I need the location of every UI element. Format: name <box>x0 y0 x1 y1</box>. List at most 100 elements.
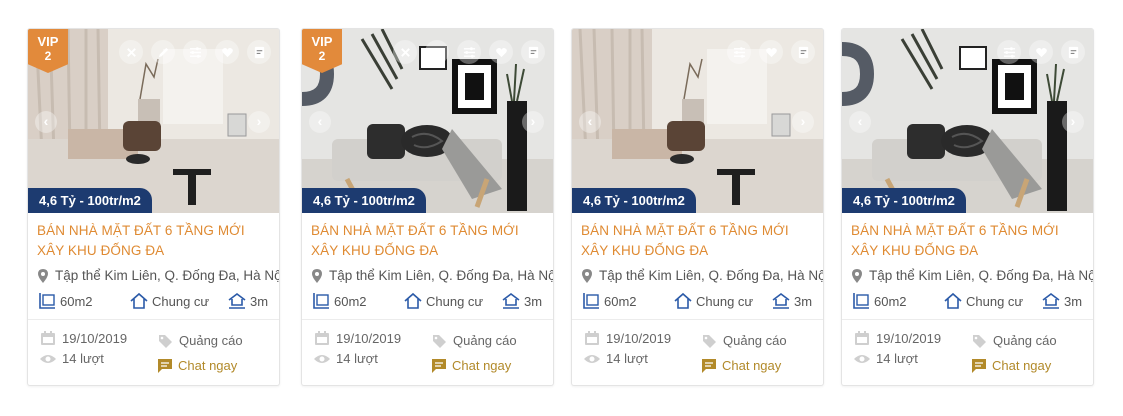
ad-label: Quảng cáo <box>702 333 787 348</box>
heart-icon[interactable] <box>215 40 239 64</box>
type-feature: Chung cư <box>673 291 771 311</box>
listing-card[interactable]: VIP 2 ‹ › 4,6 Tỷ - 100tr/m2 BÁN NHÀ MẶT … <box>27 28 280 386</box>
listing-card[interactable]: ‹ › 4,6 Tỷ - 100tr/m2 BÁN NHÀ MẶT ĐẤT 6 … <box>841 28 1094 386</box>
ad-text: Quảng cáo <box>179 333 243 348</box>
heart-icon[interactable] <box>1029 40 1053 64</box>
date-text: 19/10/2019 <box>876 331 942 346</box>
compare-icon[interactable] <box>997 40 1021 64</box>
home-icon <box>130 292 148 309</box>
note-icon[interactable] <box>247 40 271 64</box>
type-value: Chung cư <box>696 293 754 309</box>
price-tag: 4,6 Tỷ - 100tr/m2 <box>572 188 696 213</box>
chat-now-link[interactable]: Chat ngay <box>432 358 511 373</box>
heart-icon[interactable] <box>489 40 513 64</box>
posted-date: 19/10/2019 <box>584 331 671 346</box>
listing-title[interactable]: BÁN NHÀ MẶT ĐẤT 6 TẦNG MỚI XÂY KHU ĐỐNG … <box>311 221 544 262</box>
listing-location: Tập thể Kim Liên, Q. Đống Đa, Hà Nội <box>311 268 553 283</box>
listing-photo-area[interactable]: VIP 2 ‹ › 4,6 Tỷ - 100tr/m2 <box>28 29 279 213</box>
prev-photo-icon[interactable]: ‹ <box>309 111 331 133</box>
map-pin-icon <box>38 268 48 283</box>
ad-label: Quảng cáo <box>158 333 243 348</box>
frontage-value: 3m <box>524 293 543 309</box>
chat-text[interactable]: Chat ngay <box>722 358 781 373</box>
chat-text[interactable]: Chat ngay <box>178 358 237 373</box>
note-icon[interactable] <box>521 40 545 64</box>
listing-meta: 19/10/2019 14 lượt Quảng cáo Chat ngay <box>37 320 270 380</box>
chat-icon <box>432 358 446 373</box>
listing-location: Tập thể Kim Liên, Q. Đống Đa, Hà Nội <box>851 268 1093 283</box>
next-photo-icon[interactable]: › <box>248 111 270 133</box>
compare-icon[interactable] <box>183 40 207 64</box>
calendar-icon <box>585 331 599 345</box>
type-value: Chung cư <box>426 293 484 309</box>
map-pin-icon <box>852 268 862 283</box>
edit-icon[interactable] <box>151 40 175 64</box>
home-icon <box>674 292 692 309</box>
listing-photo-area[interactable]: ‹ › 4,6 Tỷ - 100tr/m2 <box>572 29 823 213</box>
frontage-feature: 3m <box>1041 291 1082 311</box>
prev-photo-icon[interactable]: ‹ <box>849 111 871 133</box>
next-photo-icon[interactable]: › <box>522 111 544 133</box>
close-icon[interactable] <box>119 40 143 64</box>
heart-icon[interactable] <box>759 40 783 64</box>
date-text: 19/10/2019 <box>336 331 402 346</box>
chat-now-link[interactable]: Chat ngay <box>702 358 781 373</box>
note-icon[interactable] <box>791 40 815 64</box>
listing-card[interactable]: ‹ › 4,6 Tỷ - 100tr/m2 BÁN NHÀ MẶT ĐẤT 6 … <box>571 28 824 386</box>
listing-meta: 19/10/2019 14 lượt Quảng cáo Chat ngay <box>851 320 1084 380</box>
next-photo-icon[interactable]: › <box>792 111 814 133</box>
chat-icon <box>972 358 986 373</box>
eye-icon <box>314 354 330 363</box>
ad-text: Quảng cáo <box>453 333 517 348</box>
price-tag: 4,6 Tỷ - 100tr/m2 <box>28 188 152 213</box>
eye-icon <box>854 354 870 363</box>
home-icon <box>404 292 422 309</box>
listing-meta: 19/10/2019 14 lượt Quảng cáo Chat ngay <box>581 320 814 380</box>
tag-icon <box>159 334 172 348</box>
listing-title[interactable]: BÁN NHÀ MẶT ĐẤT 6 TẦNG MỚI XÂY KHU ĐỐNG … <box>37 221 270 262</box>
prev-photo-icon[interactable]: ‹ <box>579 111 601 133</box>
listing-photo-area[interactable]: ‹ › 4,6 Tỷ - 100tr/m2 <box>842 29 1093 213</box>
price-tag: 4,6 Tỷ - 100tr/m2 <box>842 188 966 213</box>
area-value: 60m2 <box>334 293 367 309</box>
map-pin-icon <box>312 268 322 283</box>
compare-icon[interactable] <box>457 40 481 64</box>
ad-label: Quảng cáo <box>972 333 1057 348</box>
chat-text[interactable]: Chat ngay <box>452 358 511 373</box>
listing-features: 60m2 Chung cư 3m <box>581 290 814 312</box>
listing-title[interactable]: BÁN NHÀ MẶT ĐẤT 6 TẦNG MỚI XÂY KHU ĐỐNG … <box>581 221 814 262</box>
area-feature: 60m2 <box>311 291 403 311</box>
type-feature: Chung cư <box>943 291 1041 311</box>
card-toolbar <box>997 40 1085 64</box>
view-count: 14 lượt <box>40 351 104 366</box>
frontage-value: 3m <box>1064 293 1083 309</box>
calendar-icon <box>315 331 329 345</box>
vip-badge: VIP 2 <box>302 29 342 73</box>
note-icon[interactable] <box>1061 40 1085 64</box>
listing-features: 60m2 Chung cư 3m <box>37 290 270 312</box>
frontage-value: 3m <box>250 293 269 309</box>
card-toolbar <box>727 40 815 64</box>
chat-icon <box>702 358 716 373</box>
listing-title[interactable]: BÁN NHÀ MẶT ĐẤT 6 TẦNG MỚI XÂY KHU ĐỐNG … <box>851 221 1084 262</box>
vip-label: VIP <box>37 34 59 49</box>
listing-location: Tập thể Kim Liên, Q. Đống Đa, Hà Nội <box>37 268 279 283</box>
chat-now-link[interactable]: Chat ngay <box>972 358 1051 373</box>
map-pin-icon <box>582 268 592 283</box>
chat-now-link[interactable]: Chat ngay <box>158 358 237 373</box>
close-icon[interactable] <box>393 40 417 64</box>
chat-text[interactable]: Chat ngay <box>992 358 1051 373</box>
area-value: 60m2 <box>874 293 907 309</box>
prev-photo-icon[interactable]: ‹ <box>35 111 57 133</box>
next-photo-icon[interactable]: › <box>1062 111 1084 133</box>
frontage-feature: 3m <box>501 291 542 311</box>
listing-card[interactable]: VIP 2 ‹ › 4,6 Tỷ - 100tr/m2 BÁN NHÀ MẶT … <box>301 28 554 386</box>
compare-icon[interactable] <box>727 40 751 64</box>
area-value: 60m2 <box>60 293 93 309</box>
location-text: Tập thể Kim Liên, Q. Đống Đa, Hà Nội <box>599 268 824 283</box>
edit-icon[interactable] <box>425 40 449 64</box>
frontage-icon <box>772 293 790 309</box>
listing-photo-area[interactable]: VIP 2 ‹ › 4,6 Tỷ - 100tr/m2 <box>302 29 553 213</box>
area-feature: 60m2 <box>581 291 673 311</box>
area-icon <box>853 293 869 309</box>
